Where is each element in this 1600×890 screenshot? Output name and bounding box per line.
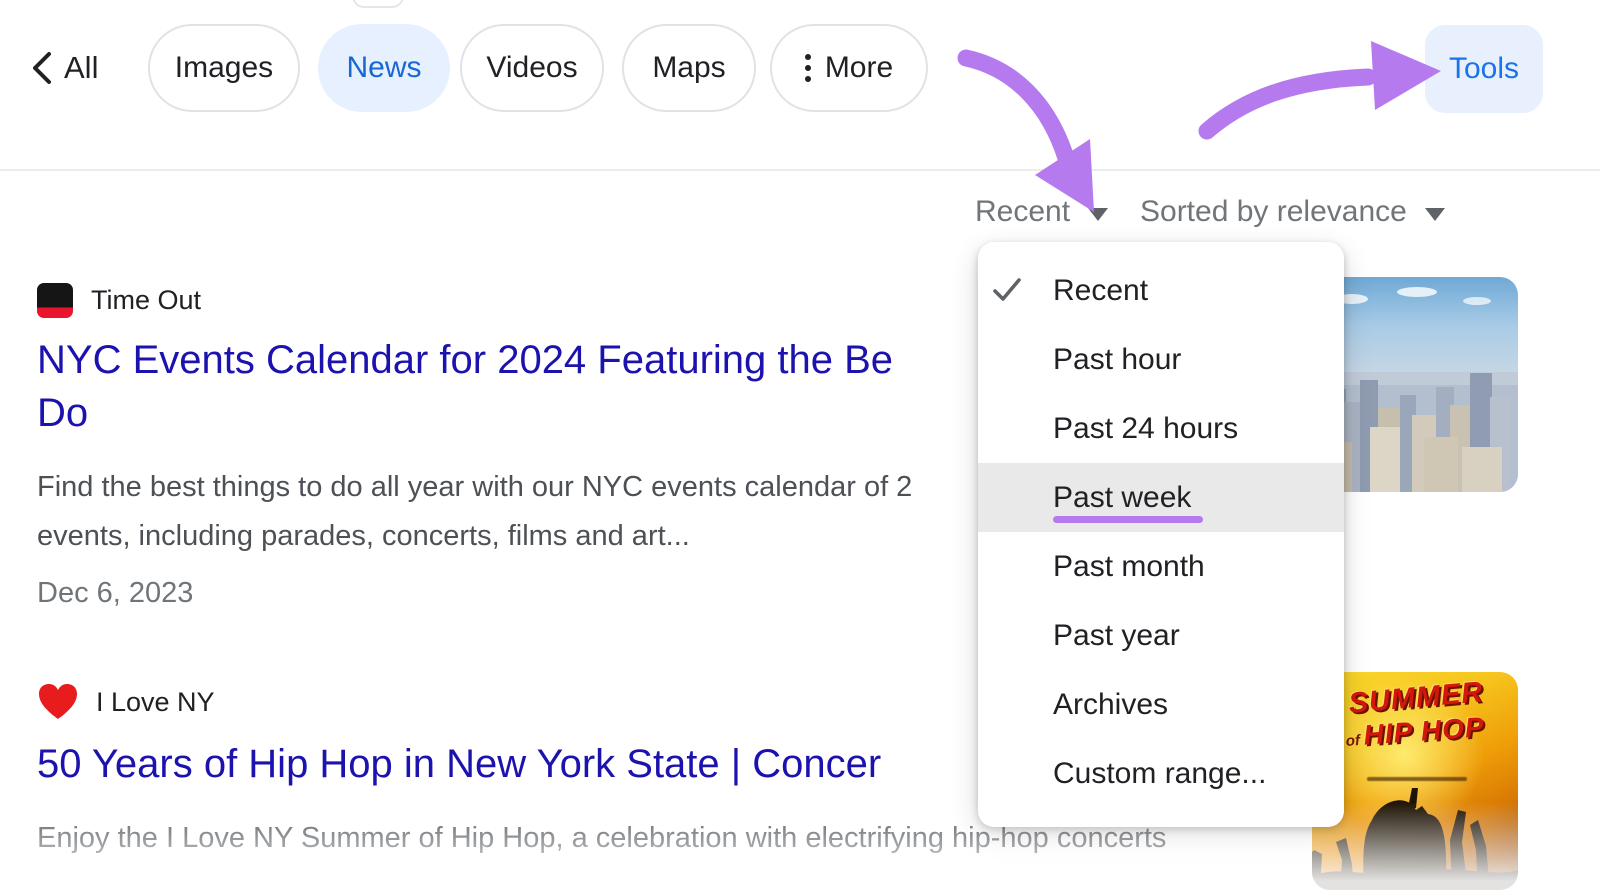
tools-button[interactable]: Tools xyxy=(1425,25,1543,113)
menu-item-past-year[interactable]: Past year xyxy=(978,601,1344,670)
tab-maps-label: Maps xyxy=(652,51,726,84)
menu-item-label: Recent xyxy=(1053,273,1149,307)
chevron-down-icon xyxy=(1088,207,1109,221)
tab-videos[interactable]: Videos xyxy=(460,24,604,112)
time-out-favicon-icon xyxy=(37,283,73,318)
vertical-ellipsis-icon xyxy=(804,54,811,82)
menu-item-label: Past year xyxy=(1053,618,1180,652)
menu-item-past-month[interactable]: Past month xyxy=(978,532,1344,601)
chevron-down-icon xyxy=(1424,207,1445,221)
result-date: Dec 6, 2023 xyxy=(37,577,194,609)
tab-news-label: News xyxy=(346,51,422,84)
menu-item-custom-range[interactable]: Custom range... xyxy=(978,739,1344,808)
menu-item-label: Past hour xyxy=(1053,342,1182,376)
checkmark-icon xyxy=(993,278,1021,301)
result-title-line2: Do xyxy=(37,391,89,435)
tools-button-label: Tools xyxy=(1448,52,1520,85)
tab-images-label: Images xyxy=(174,51,274,84)
time-filter-menu: Recent Past hour Past 24 hours Past week… xyxy=(978,242,1344,827)
red-heart-icon xyxy=(39,684,77,719)
menu-item-label: Archives xyxy=(1053,687,1169,721)
back-chevron-icon[interactable] xyxy=(27,50,57,86)
snippet-line1: Find the best things to do all year with… xyxy=(37,471,913,503)
sort-filter-dropdown-trigger[interactable]: Sorted by relevance xyxy=(1140,192,1445,232)
source-name: Time Out xyxy=(91,285,202,315)
source-name: I Love NY xyxy=(96,686,215,717)
tab-videos-label: Videos xyxy=(486,51,578,84)
searchbox-bottom-edge xyxy=(352,0,404,8)
menu-item-past-week[interactable]: Past week xyxy=(978,463,1344,532)
snippet-line2: events, including parades, concerts, fil… xyxy=(37,520,690,552)
menu-item-past-24-hours[interactable]: Past 24 hours xyxy=(978,394,1344,463)
tab-maps[interactable]: Maps xyxy=(622,24,756,112)
time-filter-dropdown-trigger[interactable]: Recent xyxy=(975,192,1109,232)
result-source-row[interactable]: I Love NY xyxy=(38,683,215,721)
menu-item-archives[interactable]: Archives xyxy=(978,670,1344,739)
search-tabs-bar: All Images News Videos Maps More Tools xyxy=(0,0,1600,171)
result-title-line1: 50 Years of Hip Hop in New York State | … xyxy=(37,742,882,786)
menu-item-label: Custom range... xyxy=(1053,756,1267,790)
menu-item-label: Past 24 hours xyxy=(1053,411,1239,445)
tab-news-active[interactable]: News xyxy=(318,24,450,112)
menu-item-past-hour[interactable]: Past hour xyxy=(978,325,1344,394)
menu-item-recent[interactable]: Recent xyxy=(978,256,1344,325)
sort-filter-label: Sorted by relevance xyxy=(1140,195,1407,228)
menu-item-label: Past month xyxy=(1053,549,1205,583)
time-filter-label: Recent xyxy=(975,195,1071,228)
tab-all[interactable]: All xyxy=(64,24,98,112)
tab-images[interactable]: Images xyxy=(148,24,300,112)
result-title-line1: NYC Events Calendar for 2024 Featuring t… xyxy=(37,338,894,382)
poster-of: of xyxy=(1345,731,1361,750)
google-news-serp: All Images News Videos Maps More Tools R… xyxy=(0,0,1600,890)
tab-more[interactable]: More xyxy=(770,24,928,112)
tab-more-label: More xyxy=(824,51,894,84)
result-source-row[interactable]: Time Out xyxy=(37,283,201,318)
menu-item-label: Past week xyxy=(1053,480,1192,514)
purple-underline-annotation xyxy=(1053,516,1203,523)
